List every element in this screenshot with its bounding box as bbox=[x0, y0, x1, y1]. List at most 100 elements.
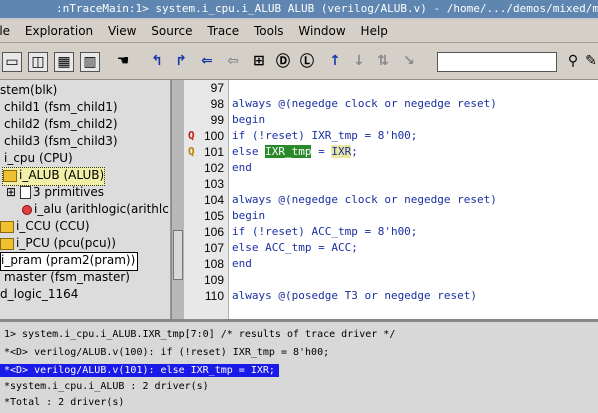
trace-marker-icon: Q bbox=[188, 145, 195, 158]
tree-item-label: i_ALUB (ALUB) bbox=[19, 168, 105, 182]
tree-item-label: i_cpu (CPU) bbox=[4, 151, 73, 165]
arrow-down-right-icon[interactable]: ↘ bbox=[398, 50, 420, 72]
line-number: 102 bbox=[203, 161, 224, 175]
menu-trace[interactable]: Trace bbox=[207, 20, 239, 42]
tree-item-label: 3 primitives bbox=[32, 185, 105, 199]
tree-item[interactable]: i_CCU (CCU) bbox=[0, 218, 90, 235]
tree-item[interactable]: child2 (fsm_child2) bbox=[4, 116, 118, 133]
code-segment: else bbox=[232, 145, 266, 158]
window-title: :nTraceMain:1> system.i_cpu.i_ALUB ALUB … bbox=[56, 2, 598, 15]
highlighted-signal[interactable]: IXR_tmp bbox=[265, 145, 312, 158]
tree-item[interactable]: i_alu (arithlogic(arithlc bbox=[22, 201, 169, 218]
line-number: 99 bbox=[210, 113, 224, 127]
instance-icon bbox=[22, 204, 32, 215]
toolbar: ▭ ◫ ▦ ▥ ☚ ↰ ↱ ⇐ ⇦ ⊞ Ⓓ Ⓛ ↑ ↓ ⇅ ↘ ⚲ ✎ bbox=[0, 43, 598, 80]
hand-icon[interactable]: ☚ bbox=[112, 50, 134, 72]
line-number: 104 bbox=[203, 193, 224, 207]
tree-item-label: master (fsm_master) bbox=[4, 270, 130, 284]
line-number: 101 bbox=[203, 145, 224, 159]
split-window-icon[interactable]: ◫ bbox=[28, 52, 48, 72]
menu-file[interactable]: ile bbox=[0, 20, 10, 42]
tree-scrollbar[interactable] bbox=[171, 80, 184, 319]
menu-view[interactable]: View bbox=[108, 20, 136, 42]
result-row[interactable]: 1> system.i_cpu.i_ALUB.IXR_tmp[7:0] /* r… bbox=[4, 328, 395, 341]
expand-icon[interactable]: ⊞ bbox=[6, 185, 20, 199]
tree-item-label: i_CCU (CCU) bbox=[16, 219, 90, 233]
code-text: always @(posedge T3 or negedge reset) bbox=[232, 289, 478, 302]
code-segment: = bbox=[311, 145, 332, 158]
window-icon[interactable]: ▭ bbox=[2, 52, 22, 72]
tree-item[interactable]: child3 (fsm_child3) bbox=[4, 133, 118, 150]
trace-back-icon[interactable]: ⇦ bbox=[222, 50, 244, 72]
trace-load-icon[interactable]: ↱ bbox=[170, 50, 192, 72]
trace-marker-icon: Q bbox=[188, 129, 195, 142]
menu-tools[interactable]: Tools bbox=[254, 20, 284, 42]
tree-item-label: i_PCU (pcu(pcu)) bbox=[16, 236, 116, 250]
tree-item-label: child2 (fsm_child2) bbox=[4, 117, 118, 131]
line-number: 97 bbox=[210, 81, 224, 95]
trace-connect-icon[interactable]: ⇐ bbox=[196, 50, 218, 72]
line-number: 103 bbox=[203, 177, 224, 191]
document-icon bbox=[19, 186, 31, 199]
tree-item-label: i_alu (arithlogic(arithlc bbox=[34, 202, 169, 216]
menu-source[interactable]: Source bbox=[151, 20, 192, 42]
tree-item-label: d_logic_1164 bbox=[0, 287, 79, 301]
line-number: 107 bbox=[203, 241, 224, 255]
code-text: if (!reset) ACC_tmp = 8'h00; bbox=[232, 225, 418, 238]
code-text: always @(negedge clock or negedge reset) bbox=[232, 97, 497, 110]
menu-help[interactable]: Help bbox=[361, 20, 388, 42]
tree-item[interactable]: master (fsm_master) bbox=[4, 269, 130, 286]
menu-bar: ile Exploration View Source Trace Tools … bbox=[0, 20, 598, 43]
result-row[interactable]: *Total : 2 driver(s) bbox=[4, 396, 124, 409]
line-number: 110 bbox=[204, 289, 224, 303]
folder-icon bbox=[3, 169, 17, 182]
tree-item[interactable]: d_logic_1164 bbox=[0, 286, 78, 303]
code-text: if (!reset) IXR_tmp = 8'h00; bbox=[232, 129, 418, 142]
hierarchy-tree-pane: stem(blk) child1 (fsm_child1) child2 (fs… bbox=[0, 80, 171, 319]
line-number: 106 bbox=[203, 225, 224, 239]
tree-item-label: child3 (fsm_child3) bbox=[4, 134, 118, 148]
schematic-icon[interactable]: ⊞ bbox=[248, 50, 270, 72]
highlighted-signal[interactable]: IXR bbox=[331, 145, 352, 158]
code-text: begin bbox=[232, 209, 266, 222]
arrow-split-icon[interactable]: ⇅ bbox=[372, 50, 394, 72]
code-text: end bbox=[232, 161, 252, 174]
window-grid-icon[interactable]: ▦ bbox=[54, 52, 74, 72]
code-text: end bbox=[232, 257, 252, 270]
code-text: else ACC_tmp = ACC; bbox=[232, 241, 358, 254]
folder-icon bbox=[0, 237, 14, 250]
result-row-selected[interactable]: *<D> verilog/ALUB.v(101): else IXR_tmp =… bbox=[0, 364, 279, 377]
trace-driver-icon[interactable]: ↰ bbox=[146, 50, 168, 72]
code-text: else IXR_tmp = IXR; bbox=[232, 144, 358, 160]
tree-item[interactable]: child1 (fsm_child1) bbox=[4, 99, 118, 116]
code-segment: ; bbox=[351, 145, 358, 158]
tree-item[interactable]: stem(blk) bbox=[0, 82, 57, 99]
code-text: begin bbox=[232, 113, 266, 126]
search-input[interactable] bbox=[437, 52, 557, 72]
menu-window[interactable]: Window bbox=[298, 20, 345, 42]
tree-item-label: child1 (fsm_child1) bbox=[4, 100, 118, 114]
driver-d-icon[interactable]: Ⓓ bbox=[272, 50, 294, 72]
result-row[interactable]: *<D> verilog/ALUB.v(100): if (!reset) IX… bbox=[4, 346, 329, 359]
tree-item[interactable]: i_cpu (CPU) bbox=[4, 150, 73, 167]
code-text: always @(negedge clock or negedge reset) bbox=[232, 193, 497, 206]
line-number: 108 bbox=[203, 257, 224, 271]
line-number: 109 bbox=[203, 273, 224, 287]
line-number: 98 bbox=[210, 97, 224, 111]
load-l-icon[interactable]: Ⓛ bbox=[296, 50, 318, 72]
tree-item[interactable]: ⊞ 3 primitives bbox=[6, 184, 104, 201]
tree-item-label: i_pram (pram2(pram)) bbox=[1, 253, 136, 267]
tree-item-label: stem(blk) bbox=[0, 83, 58, 97]
trace-results-pane: 1> system.i_cpu.i_ALUB.IXR_tmp[7:0] /* r… bbox=[0, 321, 598, 413]
tree-item[interactable]: i_PCU (pcu(pcu)) bbox=[0, 235, 116, 252]
arrow-down-icon[interactable]: ↓ bbox=[348, 50, 370, 72]
arrow-up-icon[interactable]: ↑ bbox=[324, 50, 346, 72]
folder-icon bbox=[0, 220, 14, 233]
pencil-icon[interactable]: ✎ bbox=[580, 50, 598, 72]
scrollbar-thumb[interactable] bbox=[173, 230, 183, 280]
line-number: 100 bbox=[203, 129, 224, 143]
source-code-pane: 97 98 always @(negedge clock or negedge r… bbox=[184, 80, 598, 319]
window-pane-icon[interactable]: ▥ bbox=[80, 52, 100, 72]
result-row[interactable]: *system.i_cpu.i_ALUB : 2 driver(s) bbox=[4, 380, 209, 393]
menu-exploration[interactable]: Exploration bbox=[25, 20, 93, 42]
